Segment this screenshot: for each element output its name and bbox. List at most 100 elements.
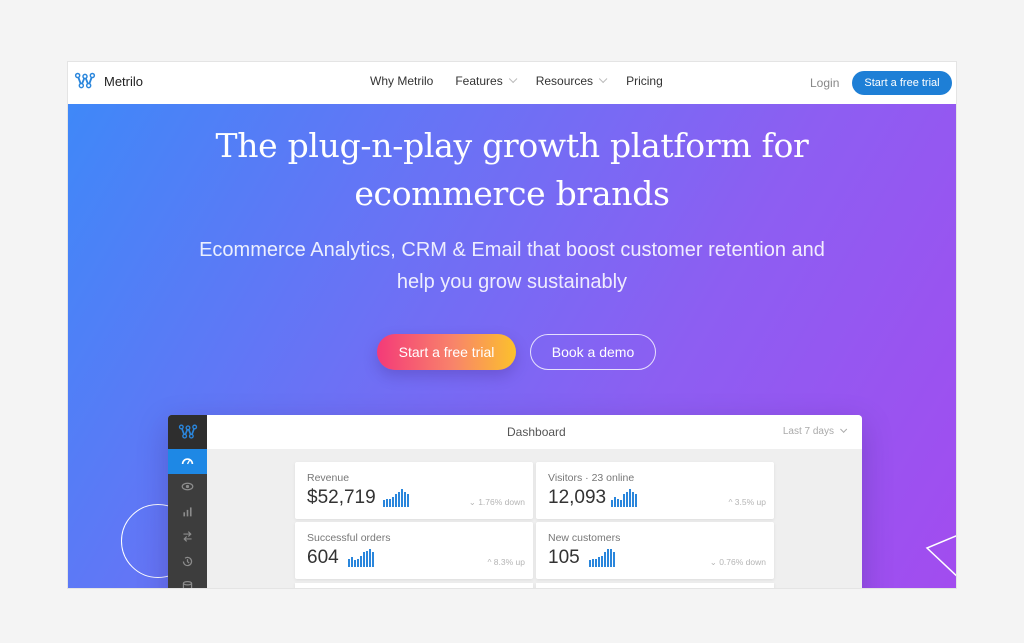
chevron-down-icon <box>840 425 848 433</box>
hero-subtitle-line: help you grow sustainably <box>396 271 628 293</box>
metric-card-new-customers[interactable]: New customers 105 ⌄ 0.76% down <box>536 522 774 579</box>
sidebar-item-reports[interactable] <box>168 499 207 524</box>
chevron-down-icon <box>598 74 608 84</box>
metrilo-logo-icon <box>178 424 197 439</box>
metric-card-visitors[interactable]: Visitors · 23 online 12,093 ^ 3.5% up <box>536 462 774 519</box>
sparkline-bar <box>386 499 388 507</box>
metric-value: $52,719 <box>307 487 376 508</box>
browser-viewport: Metrilo Why Metrilo Features Resources P… <box>68 62 956 588</box>
metric-label: Visitors · 23 online <box>548 472 635 484</box>
top-navbar: Metrilo Why Metrilo Features Resources P… <box>68 62 956 104</box>
sparkline-bar <box>392 497 394 507</box>
hero-subtitle-line: Ecommerce Analytics, CRM & Email that bo… <box>199 239 825 261</box>
eye-icon <box>181 482 194 491</box>
sparkline-bar <box>389 499 391 507</box>
metric-delta-text: 8.3% up <box>493 557 525 567</box>
book-demo-button[interactable]: Book a demo <box>530 334 656 370</box>
date-range-label: Last 7 days <box>782 426 834 437</box>
sparkline-bar <box>404 492 406 507</box>
sparkline-bar <box>629 489 631 507</box>
nav-link-label: Why Metrilo <box>370 74 434 88</box>
hero-subtitle: Ecommerce Analytics, CRM & Email that bo… <box>68 234 956 298</box>
sparkline-bar <box>351 557 353 567</box>
brand-name: Metrilo <box>104 73 144 89</box>
sparkline <box>589 549 615 567</box>
sparkline-bar <box>601 556 603 567</box>
metric-card-revenue[interactable]: Revenue $52,719 ⌄ 1.76% down <box>295 462 533 519</box>
sparkline <box>383 489 409 507</box>
sidebar-item-visitors[interactable] <box>168 474 207 499</box>
sparkline-bar <box>592 559 594 567</box>
sparkline-bar <box>395 494 397 507</box>
login-link[interactable]: Login <box>810 76 839 90</box>
sparkline-bar <box>357 559 359 567</box>
sidebar-item-database[interactable] <box>168 574 207 588</box>
metric-delta-text: 3.5% up <box>734 497 766 507</box>
sparkline-bar <box>607 549 609 567</box>
sparkline-bar <box>632 492 634 507</box>
metric-value: 604 <box>307 547 339 568</box>
bar-chart-icon <box>183 507 192 517</box>
hero-title: The plug-n-play growth platform for ecom… <box>68 122 956 218</box>
arrows-icon <box>183 531 192 542</box>
sparkline-bar <box>604 552 606 567</box>
database-icon <box>182 581 193 588</box>
sparkline <box>348 549 374 567</box>
sparkline-bar <box>626 492 628 507</box>
nav-start-trial-button[interactable]: Start a free trial <box>852 71 952 95</box>
dashboard-logo[interactable] <box>168 415 207 449</box>
nav-link-label: Features <box>455 74 503 88</box>
dashboard-title: Dashboard <box>507 425 566 439</box>
sparkline-bar <box>348 559 350 567</box>
sparkline-bar <box>610 549 612 567</box>
nav-links: Why Metrilo Features Resources Pricing <box>370 74 685 88</box>
nav-link-features[interactable]: Features <box>455 74 518 88</box>
sparkline-bar <box>366 551 368 567</box>
brand-logo[interactable]: Metrilo <box>74 70 143 92</box>
metric-delta: ^ 8.3% up <box>487 557 525 567</box>
dashboard-sidebar <box>168 415 207 588</box>
metric-delta-text: 0.76% down <box>719 557 766 567</box>
sparkline <box>611 489 637 507</box>
metric-label: Successful orders <box>307 532 391 544</box>
sparkline-bar <box>372 552 374 567</box>
chevron-down-icon <box>508 74 518 84</box>
speedometer-icon <box>181 458 194 465</box>
metric-delta: ⌄ 1.76% down <box>469 497 525 508</box>
hero-section: The plug-n-play growth platform for ecom… <box>68 104 956 588</box>
nav-link-resources[interactable]: Resources <box>535 74 608 88</box>
sidebar-item-flows[interactable] <box>168 524 207 549</box>
nav-link-pricing[interactable]: Pricing <box>626 74 663 88</box>
trend-down-icon: ⌄ <box>468 497 479 507</box>
nav-link-why-metrilo[interactable]: Why Metrilo <box>370 74 433 88</box>
date-range-select[interactable]: Last 7 days <box>782 425 848 437</box>
sparkline-bar <box>613 552 615 567</box>
metric-card-partial <box>295 583 533 588</box>
sidebar-item-history[interactable] <box>168 549 207 574</box>
sidebar-item-dashboard[interactable] <box>168 449 207 474</box>
sparkline-bar <box>589 560 591 567</box>
sparkline-bar <box>407 494 409 507</box>
metric-label: Revenue <box>307 472 350 484</box>
metrilo-logo-icon <box>74 72 96 89</box>
sparkline-bar <box>635 494 637 507</box>
metric-delta: ⌄ 0.76% down <box>710 557 766 568</box>
sparkline-bar <box>623 494 625 507</box>
sparkline-bar <box>401 489 403 507</box>
dashboard-preview: Dashboard Last 7 days Revenue $52,719 ⌄ … <box>168 415 862 588</box>
sparkline-bar <box>369 549 371 567</box>
sparkline-bar <box>383 500 385 507</box>
sparkline-bar <box>598 557 600 567</box>
hero-title-line: ecommerce brands <box>354 174 670 213</box>
nav-link-label: Resources <box>535 74 594 88</box>
metric-card-partial <box>536 583 774 588</box>
metric-card-orders[interactable]: Successful orders 604 ^ 8.3% up <box>295 522 533 579</box>
metric-value: 105 <box>548 547 580 568</box>
hero-start-trial-button[interactable]: Start a free trial <box>377 334 516 370</box>
nav-link-label: Pricing <box>626 74 663 88</box>
sparkline-bar <box>620 500 622 507</box>
metric-delta-text: 1.76% down <box>478 497 525 507</box>
sparkline-bar <box>614 497 616 507</box>
sparkline-bar <box>354 560 356 567</box>
metric-label: New customers <box>548 532 621 544</box>
